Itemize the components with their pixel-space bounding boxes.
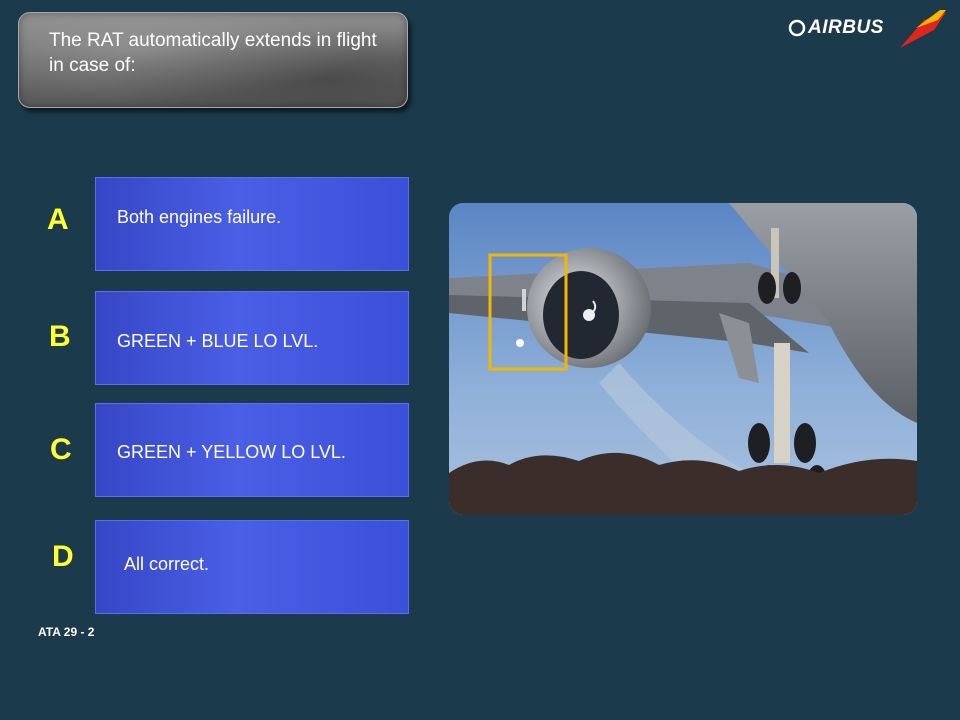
logo-text: AIRBUS xyxy=(808,17,884,38)
option-letter-a: A xyxy=(47,203,69,236)
aircraft-photo xyxy=(449,203,917,515)
aircraft-engine-image xyxy=(449,203,917,515)
option-c-button[interactable]: GREEN + YELLOW LO LVL. xyxy=(95,403,409,497)
option-letter-d: D xyxy=(52,540,74,573)
option-a-button[interactable]: Both engines failure. xyxy=(95,177,409,271)
option-a-text: Both engines failure. xyxy=(117,207,282,227)
question-text: The RAT automatically extends in flight … xyxy=(49,30,377,76)
option-b-text: GREEN + BLUE LO LVL. xyxy=(117,331,319,351)
option-letter-b: B xyxy=(49,320,71,353)
option-d-button[interactable]: All correct. xyxy=(95,520,409,614)
question-panel: The RAT automatically extends in flight … xyxy=(18,12,408,108)
option-d-text: All correct. xyxy=(124,554,210,574)
option-b-button[interactable]: GREEN + BLUE LO LVL. xyxy=(95,291,409,385)
airbus-logo: AIRBUS xyxy=(788,10,948,50)
option-c-text: GREEN + YELLOW LO LVL. xyxy=(117,442,346,462)
option-letter-c: C xyxy=(50,433,72,466)
footer-label: ATA 29 - 2 xyxy=(38,625,95,639)
